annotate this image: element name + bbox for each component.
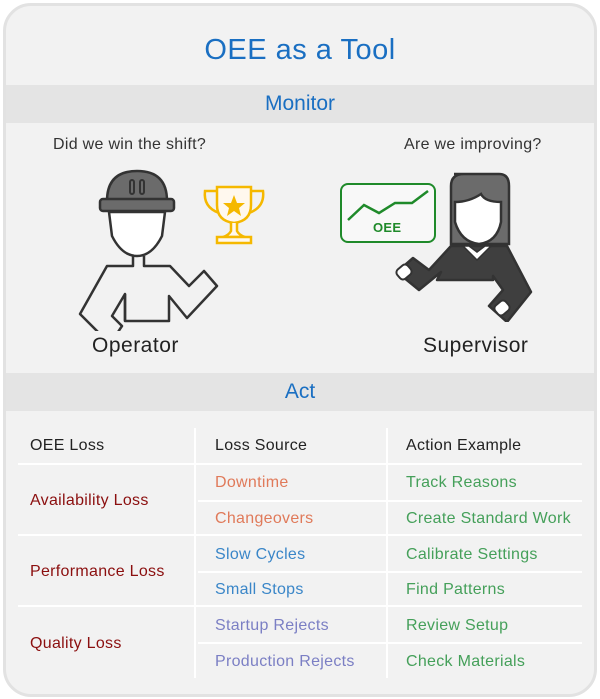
row-divider [198, 642, 582, 644]
oee-tool-card: OEE as a Tool Monitor Did we win the shi… [3, 3, 597, 697]
column-divider [386, 428, 388, 678]
row-divider [198, 500, 582, 502]
operator-label: Operator [92, 334, 179, 357]
row-divider [18, 463, 582, 465]
helmet-shape [105, 169, 169, 203]
action-track-reasons: Track Reasons [406, 474, 517, 491]
header-loss-source: Loss Source [215, 437, 308, 454]
source-production-rejects: Production Rejects [215, 653, 355, 670]
action-find-patterns: Find Patterns [406, 581, 506, 598]
page-title: OEE as a Tool [204, 34, 396, 66]
operator-question: Did we win the shift? [53, 136, 207, 153]
row-divider [18, 534, 582, 536]
source-startup-rejects: Startup Rejects [215, 617, 329, 634]
column-divider [194, 428, 196, 678]
loss-quality: Quality Loss [30, 635, 122, 652]
row-divider [198, 571, 582, 573]
action-check-materials: Check Materials [406, 653, 526, 670]
header-oee-loss: OEE Loss [30, 437, 105, 454]
action-review-setup: Review Setup [406, 617, 509, 634]
action-calibrate-settings: Calibrate Settings [406, 546, 538, 563]
source-downtime: Downtime [215, 474, 289, 491]
loss-performance: Performance Loss [30, 563, 165, 580]
supervisor-figure-icon [395, 172, 533, 322]
source-slow-cycles: Slow Cycles [215, 546, 306, 563]
source-small-stops: Small Stops [215, 581, 304, 598]
source-changeovers: Changeovers [215, 510, 314, 527]
header-action-example: Action Example [406, 437, 522, 454]
monitor-section-header: Monitor [6, 85, 594, 123]
trophy-icon [203, 185, 265, 245]
supervisor-label: Supervisor [423, 334, 529, 357]
supervisor-question: Are we improving? [404, 136, 542, 153]
row-divider [18, 605, 582, 607]
loss-availability: Availability Loss [30, 492, 149, 509]
act-section-header: Act [6, 373, 594, 411]
action-create-standard-work: Create Standard Work [406, 510, 571, 527]
